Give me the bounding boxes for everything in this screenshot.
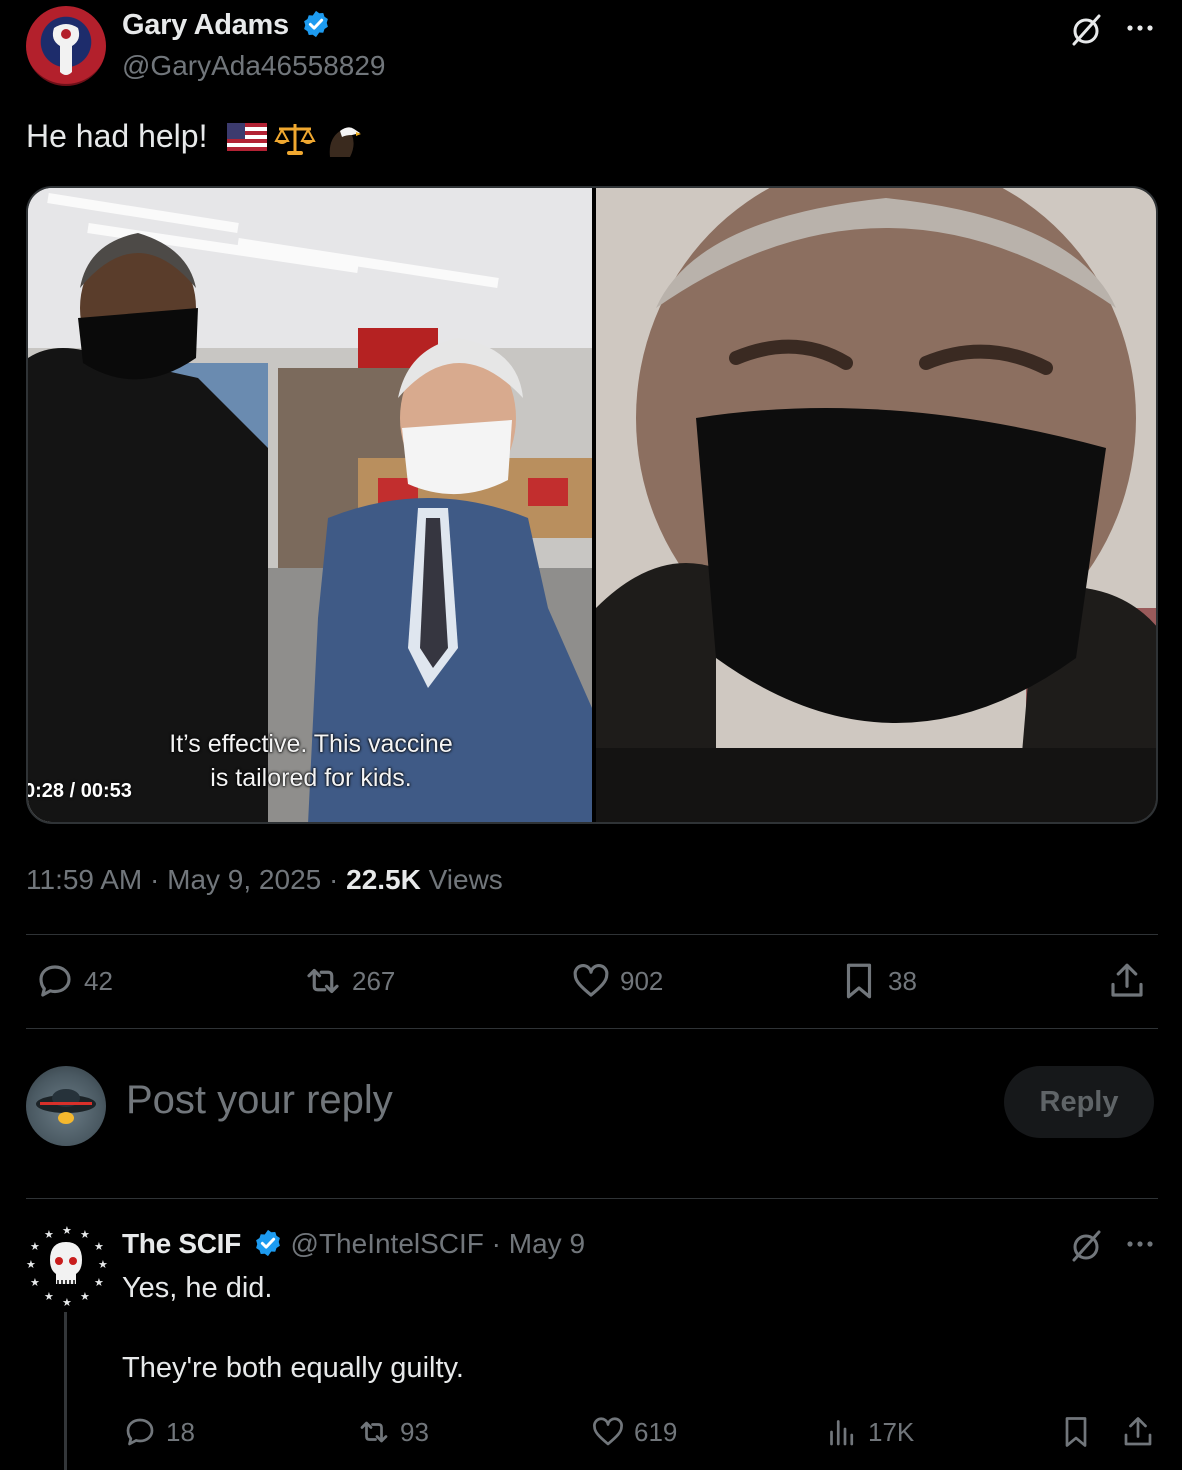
svg-text:★: ★ (44, 1290, 54, 1303)
verified-badge-icon (303, 10, 328, 38)
reply-icon (126, 1418, 154, 1446)
emoji-row (226, 121, 362, 159)
repost-icon (307, 968, 339, 994)
tweet-meta: 11:59 AM · May 9, 2025 · 22.5K Views (26, 864, 503, 896)
video-caption-line1: It’s effective. This vaccine (169, 730, 453, 758)
reply-icon (39, 965, 71, 997)
svg-text:★: ★ (98, 1258, 108, 1271)
meta-separator: · (329, 864, 339, 895)
svg-text:★: ★ (44, 1228, 54, 1241)
video-timecode: 0:28 / 00:53 (28, 780, 132, 802)
divider (26, 1198, 1158, 1199)
svg-text:★: ★ (26, 1258, 36, 1271)
reply-views-count: 17K (868, 1416, 915, 1447)
views-label: Views (428, 864, 503, 895)
reply-reply-count: 18 (166, 1416, 195, 1447)
tweet-text: He had help! (26, 118, 362, 159)
svg-text:★: ★ (94, 1240, 104, 1253)
heart-icon (593, 1417, 623, 1446)
reply-share-action[interactable] (1120, 1414, 1156, 1450)
repost-count: 267 (352, 965, 396, 996)
reply-author-avatar[interactable]: ★ ★ ★ ★ ★ ★ ★ ★ ★ ★ ★ ★ (24, 1224, 108, 1308)
tweet-detail-page: Gary Adams @GaryAda46558829 He had help! (0, 0, 1182, 1470)
author-avatar[interactable] (26, 6, 106, 86)
video-frame-right[interactable] (596, 188, 1156, 822)
bookmark-icon (846, 963, 872, 999)
reply-bookmark-action[interactable] (1058, 1414, 1094, 1450)
reply-action[interactable]: 42 (34, 960, 113, 1002)
like-action[interactable]: 902 (570, 960, 663, 1002)
reply-input[interactable]: Post your reply (126, 1078, 393, 1123)
more-options-icon[interactable] (1120, 8, 1160, 48)
views-count: 22.5K (346, 864, 421, 895)
svg-text:★: ★ (80, 1290, 90, 1303)
more-options-icon[interactable] (1120, 1224, 1160, 1264)
thread-line (64, 1312, 67, 1470)
bookmark-action[interactable]: 38 (838, 960, 917, 1002)
views-chart-icon (830, 1420, 854, 1446)
svg-text:★: ★ (62, 1296, 72, 1308)
svg-text:★: ★ (30, 1240, 40, 1253)
reply-button[interactable]: Reply (1004, 1066, 1154, 1138)
grok-icon[interactable] (1066, 1226, 1106, 1266)
reply-repost-action[interactable]: 93 (356, 1414, 429, 1450)
tweet-date[interactable]: May 9, 2025 (167, 864, 321, 895)
meta-separator: · (150, 864, 160, 895)
repost-icon (360, 1421, 388, 1443)
share-icon (1111, 963, 1143, 997)
share-icon (1124, 1417, 1152, 1446)
reply-repost-count: 93 (400, 1416, 429, 1447)
svg-text:★: ★ (80, 1228, 90, 1241)
video-caption-line2: is tailored for kids. (210, 764, 412, 792)
reply-author-name[interactable]: The SCIF (122, 1228, 241, 1259)
verified-badge-icon (255, 1229, 280, 1257)
reply-count: 42 (84, 965, 113, 996)
flag-us-icon (227, 123, 268, 151)
scales-icon (274, 124, 317, 155)
divider (26, 1028, 1158, 1029)
author-name[interactable]: Gary Adams (122, 9, 289, 41)
reply-like-count: 619 (634, 1416, 678, 1447)
author-handle[interactable]: @GaryAda46558829 (122, 50, 386, 82)
reply-text-line1: Yes, he did. (122, 1272, 273, 1304)
bookmark-count: 38 (888, 965, 917, 996)
reply-author-handle[interactable]: @TheIntelSCIF (291, 1228, 484, 1259)
meta-separator: · (491, 1228, 501, 1259)
reply-text-line2: They're both equally guilty. (122, 1352, 464, 1384)
heart-icon (573, 964, 609, 997)
tweet-media[interactable]: It’s effective. This vaccine is tailored… (26, 186, 1158, 824)
video-frame-left[interactable]: It’s effective. This vaccine is tailored… (28, 188, 592, 822)
current-user-avatar[interactable] (26, 1066, 106, 1146)
divider (26, 934, 1158, 935)
eagle-icon (330, 127, 362, 157)
share-action[interactable] (1106, 960, 1148, 1002)
grok-icon[interactable] (1066, 10, 1106, 50)
like-count: 902 (620, 965, 664, 996)
tweet-time[interactable]: 11:59 AM (26, 864, 142, 895)
video-scene-right (596, 188, 1156, 822)
reply-views-action[interactable]: 17K (824, 1414, 914, 1450)
reply-reply-action[interactable]: 18 (122, 1414, 195, 1450)
svg-text:★: ★ (94, 1276, 104, 1289)
tweet-text-body: He had help! (26, 118, 208, 154)
author-name-row[interactable]: Gary Adams (122, 9, 331, 42)
reply-author-row: The SCIF @TheIntelSCIF · May 9 (122, 1228, 585, 1260)
svg-text:★: ★ (30, 1276, 40, 1289)
reply-like-action[interactable]: 619 (590, 1414, 677, 1450)
reply-date[interactable]: May 9 (509, 1228, 585, 1259)
svg-text:★: ★ (62, 1224, 72, 1237)
repost-action[interactable]: 267 (302, 960, 395, 1002)
bookmark-icon (1065, 1417, 1087, 1447)
